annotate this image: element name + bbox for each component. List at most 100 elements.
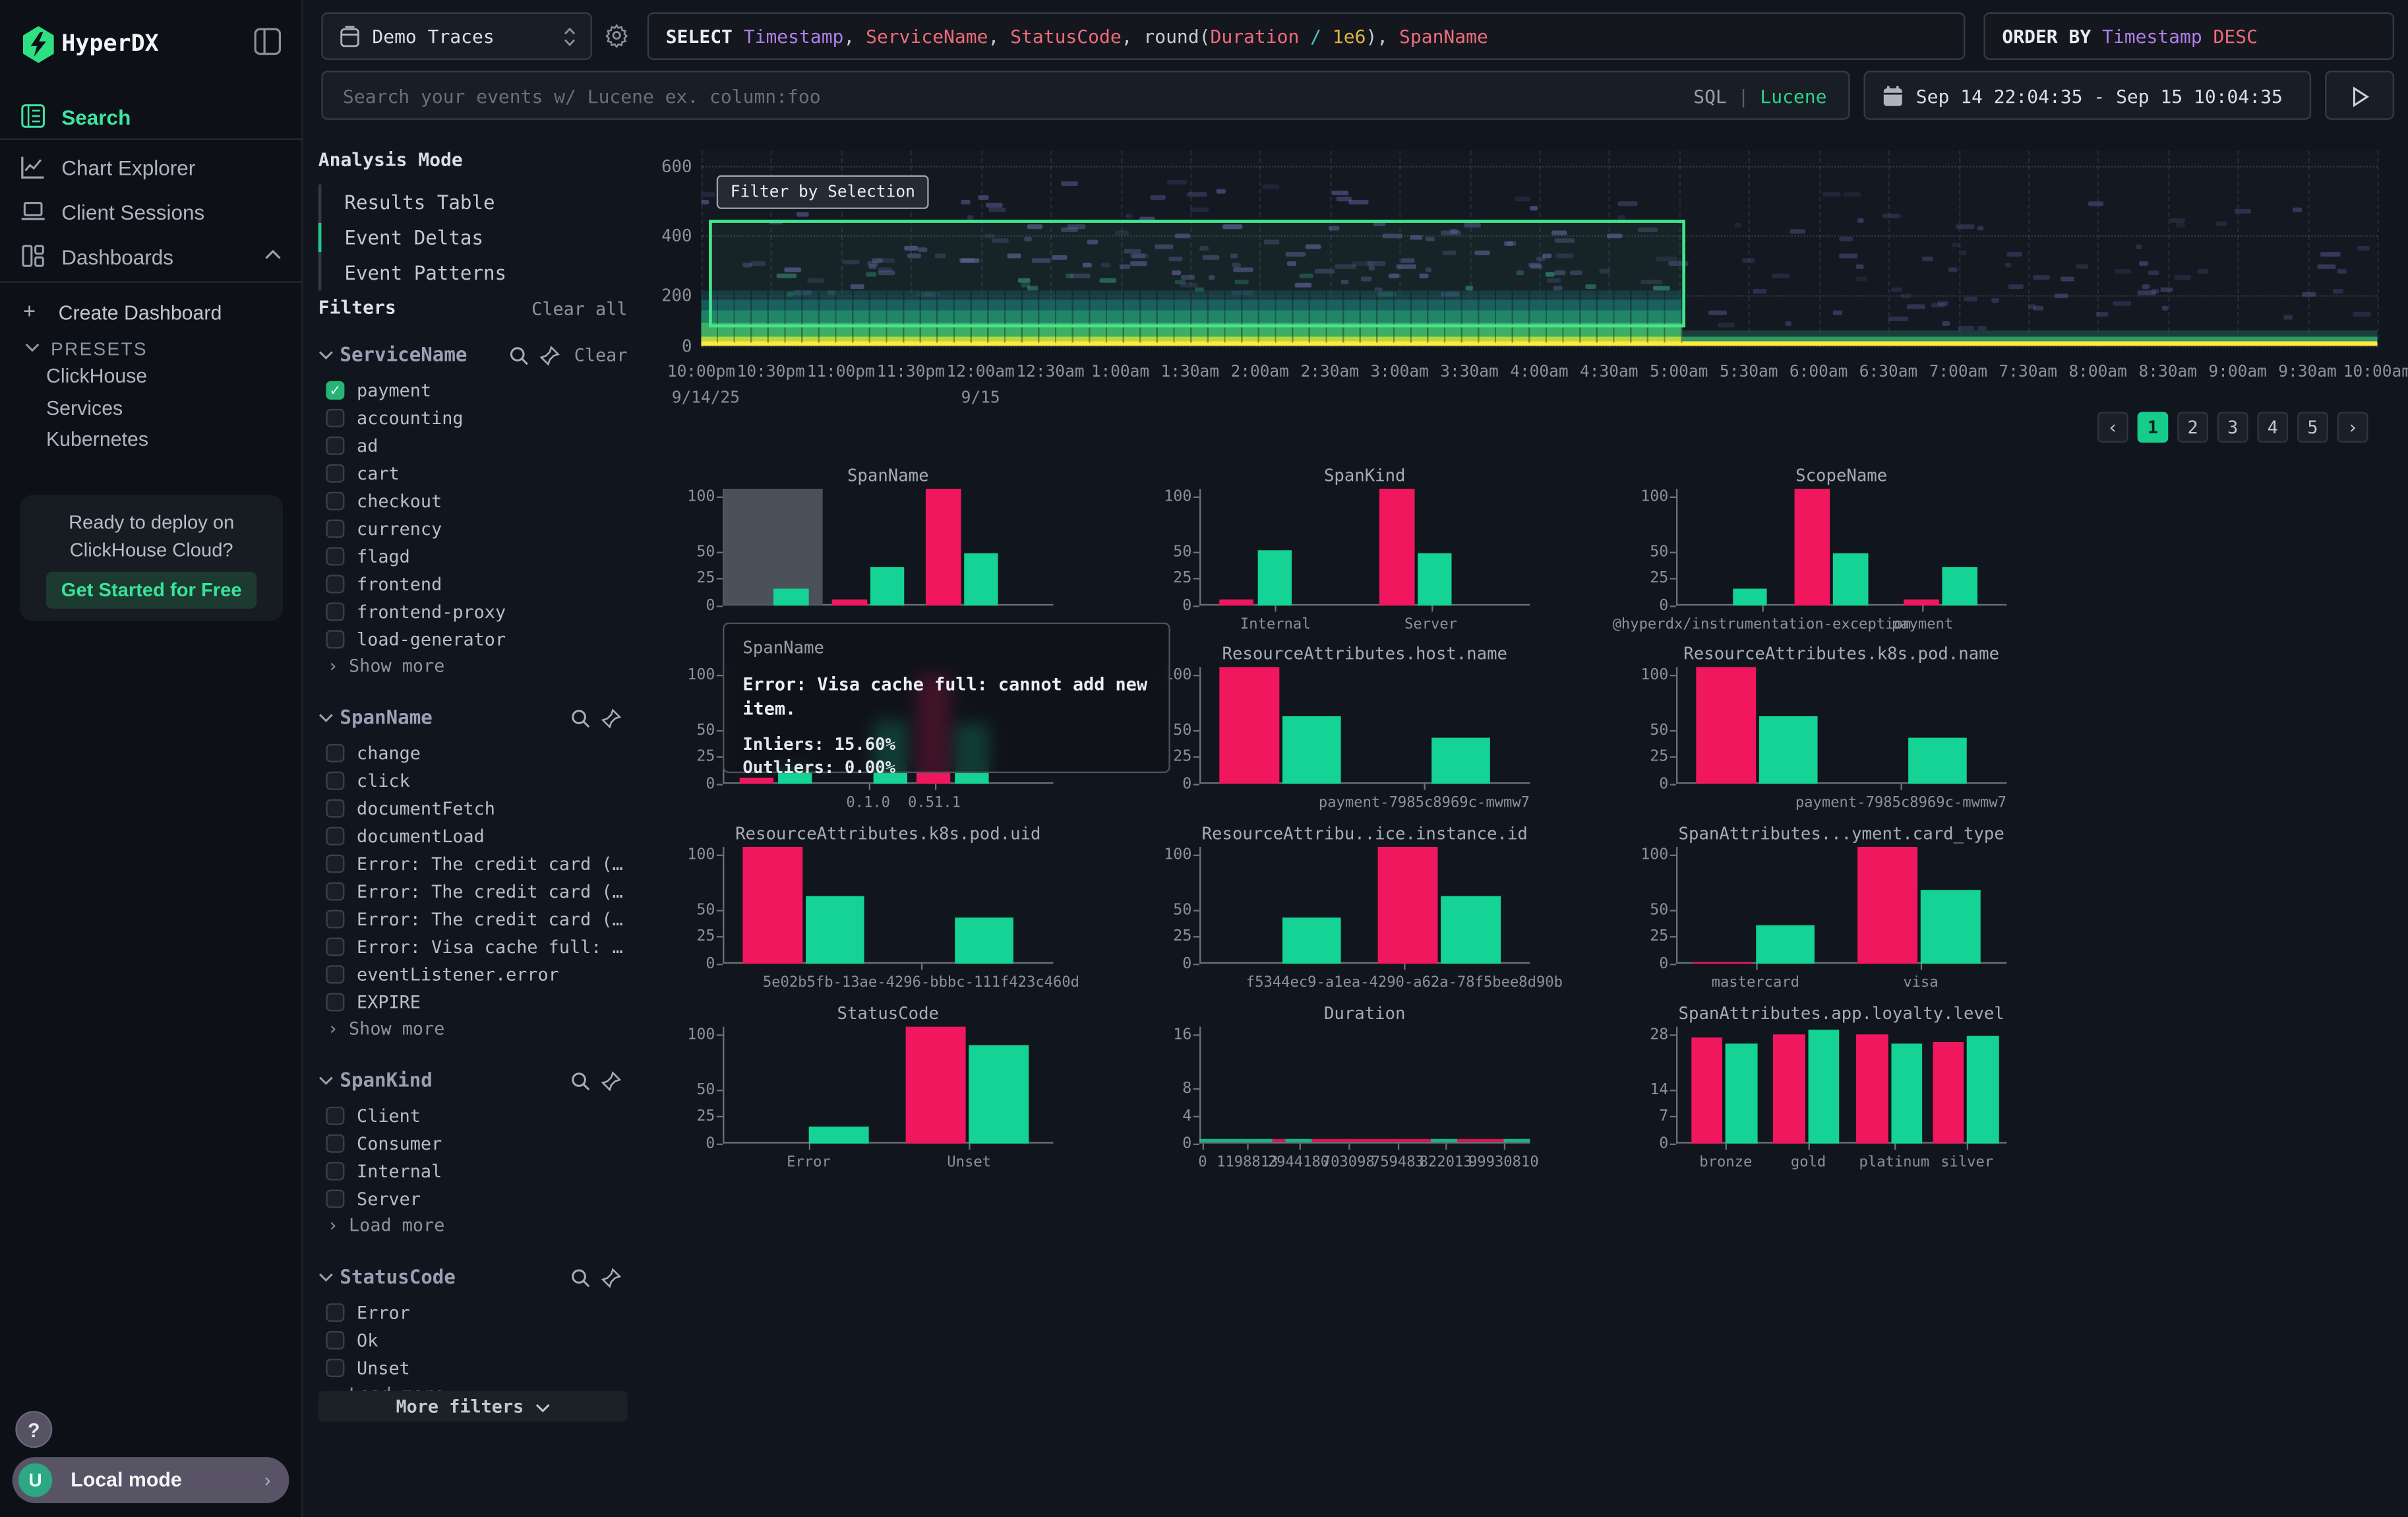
- checkbox[interactable]: [326, 464, 344, 483]
- collapse-sidebar-icon[interactable]: [254, 28, 282, 55]
- pin-icon[interactable]: [601, 708, 621, 728]
- bar-inlier[interactable]: [1441, 896, 1500, 964]
- filter-option-documentfetch[interactable]: documentFetch: [318, 796, 628, 824]
- bar-inlier[interactable]: [1967, 1036, 1999, 1144]
- search-filter-icon[interactable]: [570, 1071, 590, 1091]
- filter-option-flagd[interactable]: flagd: [318, 544, 628, 572]
- filter-option-accounting[interactable]: accounting: [318, 406, 628, 433]
- filter-option-load-generator[interactable]: load-generator: [318, 627, 628, 655]
- timeline-heatmap[interactable]: Filter by Selection: [701, 150, 2377, 347]
- sql-toggle[interactable]: SQL: [1693, 86, 1727, 108]
- filter-option-error-visa-cache-full-[interactable]: Error: Visa cache full: …: [318, 935, 628, 962]
- bar-inlier[interactable]: [1726, 1043, 1757, 1143]
- create-dashboard-button[interactable]: + Create Dashboard: [0, 294, 303, 334]
- filter-option-error-the-credit-card-[interactable]: Error: The credit card (…: [318, 851, 628, 879]
- checkbox[interactable]: [326, 799, 344, 818]
- checkbox[interactable]: [326, 1303, 344, 1322]
- sidebar-item-client-sessions[interactable]: Client Sessions: [0, 194, 303, 234]
- bar-inlier[interactable]: [964, 553, 999, 605]
- checkbox[interactable]: [326, 1359, 344, 1377]
- filter-clear-button[interactable]: Clear: [574, 344, 628, 366]
- bar-outlier[interactable]: [1774, 1035, 1805, 1144]
- clear-all-button[interactable]: Clear all: [531, 298, 627, 320]
- filter-option-ad[interactable]: ad: [318, 433, 628, 461]
- page-button-1[interactable]: 1: [2138, 412, 2169, 443]
- filter-option-error-the-credit-card-[interactable]: Error: The credit card (…: [318, 907, 628, 935]
- bar-outlier[interactable]: [926, 489, 961, 605]
- bar-outlier[interactable]: [742, 847, 802, 964]
- filter-option-checkout[interactable]: checkout: [318, 489, 628, 516]
- filter-group-header-SpanName[interactable]: SpanName: [318, 704, 628, 735]
- bar-outlier[interactable]: [1379, 489, 1414, 605]
- bar-inlier[interactable]: [1755, 925, 1815, 964]
- bar-outlier[interactable]: [1858, 847, 1917, 964]
- bar-inlier[interactable]: [1759, 716, 1818, 784]
- help-button[interactable]: ?: [15, 1411, 52, 1448]
- bar-inlier[interactable]: [954, 918, 1013, 964]
- checkbox[interactable]: [326, 827, 344, 846]
- bar-outlier[interactable]: [1378, 847, 1437, 964]
- search-filter-icon[interactable]: [570, 708, 590, 728]
- checkbox[interactable]: [326, 855, 344, 873]
- bar-inlier[interactable]: [808, 1127, 868, 1144]
- checkbox[interactable]: [326, 520, 344, 538]
- bar-inlier[interactable]: [1418, 553, 1453, 605]
- page-button-2[interactable]: 2: [2177, 412, 2208, 443]
- filter-option-error-the-credit-card-[interactable]: Error: The credit card (…: [318, 879, 628, 907]
- bar-inlier[interactable]: [1891, 1044, 1923, 1144]
- bar-inlier[interactable]: [1282, 918, 1341, 964]
- bar-outlier[interactable]: [1795, 489, 1830, 605]
- search-filter-icon[interactable]: [570, 1268, 590, 1287]
- bar-outlier[interactable]: [1693, 962, 1752, 964]
- language-toggle[interactable]: SQL | Lucene: [1693, 86, 1826, 108]
- checkbox[interactable]: [326, 1134, 344, 1153]
- filter-option-internal[interactable]: Internal: [318, 1159, 628, 1187]
- checkbox[interactable]: [326, 1331, 344, 1349]
- filter-option-click[interactable]: click: [318, 768, 628, 796]
- bar-outlier[interactable]: [1933, 1042, 1964, 1144]
- user-menu[interactable]: U Local mode ›: [13, 1457, 289, 1503]
- bar-inlier[interactable]: [1282, 716, 1341, 784]
- filter-option-eventlistener-error[interactable]: eventListener.error: [318, 962, 628, 990]
- checkbox[interactable]: [326, 630, 344, 648]
- bar-outlier[interactable]: [906, 1027, 965, 1144]
- checkbox[interactable]: [326, 602, 344, 621]
- bar-inlier[interactable]: [1732, 589, 1767, 605]
- pin-icon[interactable]: [540, 346, 560, 365]
- bar-inlier[interactable]: [774, 589, 809, 605]
- filter-by-selection-button[interactable]: Filter by Selection: [717, 175, 929, 209]
- sidebar-item-chart-explorer[interactable]: Chart Explorer: [0, 149, 303, 189]
- filter-show-more[interactable]: › Show more: [318, 1018, 628, 1045]
- bar-outlier[interactable]: [1696, 667, 1755, 784]
- checkbox[interactable]: [326, 575, 344, 594]
- date-range-picker[interactable]: Sep 14 22:04:35 - Sep 15 10:04:35: [1864, 71, 2312, 120]
- gear-icon[interactable]: [605, 23, 629, 47]
- bar-outlier[interactable]: [1219, 667, 1279, 784]
- filter-option-frontend[interactable]: frontend: [318, 572, 628, 600]
- filter-option-cart[interactable]: cart: [318, 461, 628, 489]
- page-button-4[interactable]: 4: [2258, 412, 2289, 443]
- run-query-button[interactable]: [2325, 71, 2394, 120]
- bar-inlier[interactable]: [806, 896, 865, 964]
- filter-group-header-ServiceName[interactable]: ServiceNameClear: [318, 341, 628, 372]
- checkbox[interactable]: [326, 1162, 344, 1181]
- order-by-input[interactable]: ORDER BY Timestamp DESC: [1983, 13, 2394, 60]
- checkbox[interactable]: [326, 744, 344, 762]
- filter-group-header-StatusCode[interactable]: StatusCode: [318, 1264, 628, 1295]
- filter-option-documentload[interactable]: documentLoad: [318, 824, 628, 851]
- pin-icon[interactable]: [601, 1268, 621, 1287]
- bar-outlier[interactable]: [1219, 599, 1254, 605]
- page-button-›[interactable]: ›: [2337, 412, 2368, 443]
- presets-toggle[interactable]: PRESETS: [0, 330, 303, 371]
- analysis-mode-event-patterns[interactable]: Event Patterns: [321, 255, 628, 291]
- page-button-‹[interactable]: ‹: [2097, 412, 2128, 443]
- filter-option-error[interactable]: Error: [318, 1300, 628, 1328]
- bar-inlier[interactable]: [1809, 1029, 1840, 1144]
- checkbox[interactable]: [326, 993, 344, 1011]
- preset-clickhouse[interactable]: ClickHouse: [46, 364, 147, 387]
- bar-inlier[interactable]: [1921, 890, 1980, 964]
- search-filter-icon[interactable]: [509, 346, 529, 365]
- filter-option-server[interactable]: Server: [318, 1187, 628, 1214]
- bar-outlier[interactable]: [1856, 1035, 1888, 1144]
- checkbox[interactable]: [326, 437, 344, 455]
